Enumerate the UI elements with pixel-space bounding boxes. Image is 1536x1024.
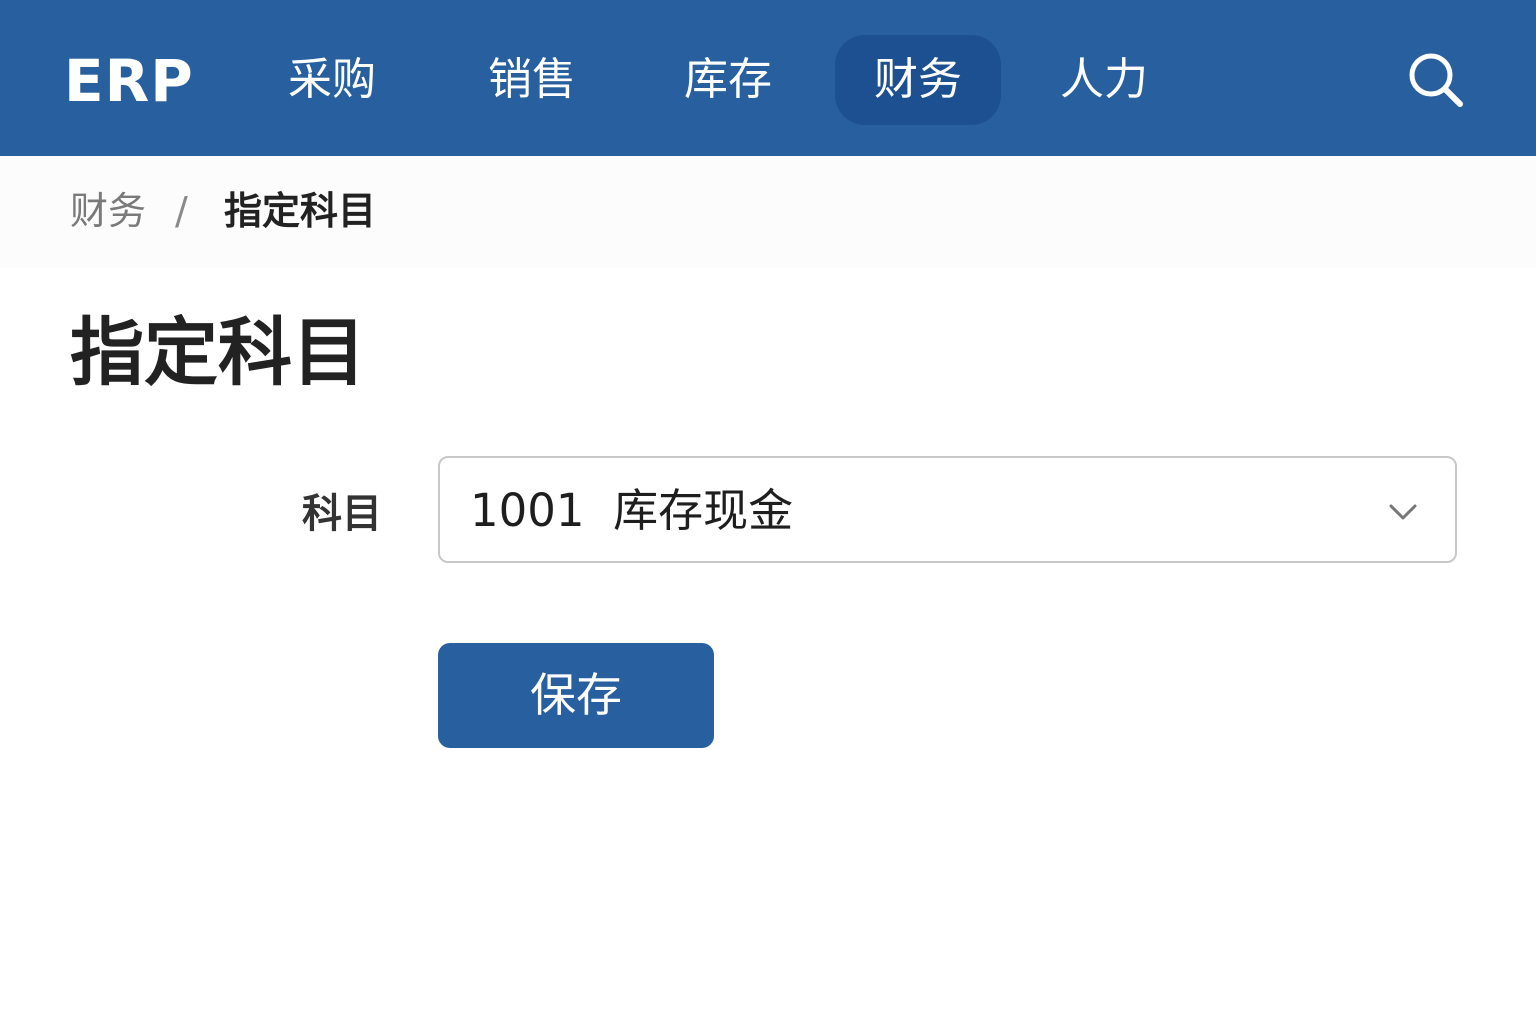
account-field-label: 科目 bbox=[302, 491, 382, 537]
nav-item-finance[interactable]: 财务 bbox=[835, 35, 1001, 125]
search-icon bbox=[1409, 53, 1463, 107]
page-title: 指定科目 bbox=[70, 310, 366, 396]
chevron-down-icon bbox=[1387, 496, 1419, 528]
brand-logo: ERP bbox=[64, 47, 194, 115]
nav-item-sales[interactable]: 销售 bbox=[462, 35, 602, 125]
account-select-value: 1001 库存现金 bbox=[470, 484, 794, 537]
breadcrumb-parent-link[interactable]: 财务 bbox=[70, 186, 146, 236]
nav-item-procurement[interactable]: 采购 bbox=[262, 35, 402, 125]
nav-item-inventory[interactable]: 库存 bbox=[658, 35, 798, 125]
breadcrumb: 财务 / 指定科目 bbox=[0, 156, 1536, 268]
nav-item-hr[interactable]: 人力 bbox=[1034, 35, 1174, 125]
breadcrumb-separator: / bbox=[175, 189, 188, 233]
search-button[interactable] bbox=[1400, 44, 1472, 116]
save-button[interactable]: 保存 bbox=[438, 643, 714, 748]
account-select[interactable]: 1001 库存现金 bbox=[438, 456, 1457, 563]
top-nav-bar: ERP 采购 销售 库存 财务 人力 bbox=[0, 0, 1536, 156]
breadcrumb-current: 指定科目 bbox=[224, 189, 377, 233]
app-root: ERP 采购 销售 库存 财务 人力 财务 / 指定科目 指定科目 科目 100… bbox=[0, 0, 1536, 1024]
